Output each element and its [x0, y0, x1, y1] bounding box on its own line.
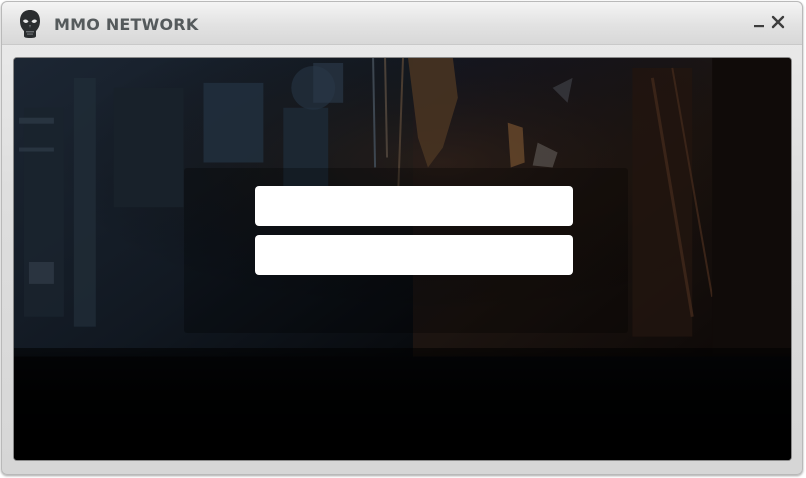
close-icon[interactable]	[769, 13, 787, 31]
window-title: MMO NETWORK	[54, 15, 199, 34]
password-input[interactable]	[255, 235, 573, 275]
launcher-content	[13, 57, 792, 461]
app-window: MMO NETWORK	[1, 1, 803, 475]
skull-mask-icon	[20, 10, 40, 38]
bottom-shade	[14, 348, 791, 460]
title-bar[interactable]: MMO NETWORK	[2, 2, 802, 45]
username-input[interactable]	[255, 186, 573, 226]
minimize-icon[interactable]	[751, 13, 769, 31]
